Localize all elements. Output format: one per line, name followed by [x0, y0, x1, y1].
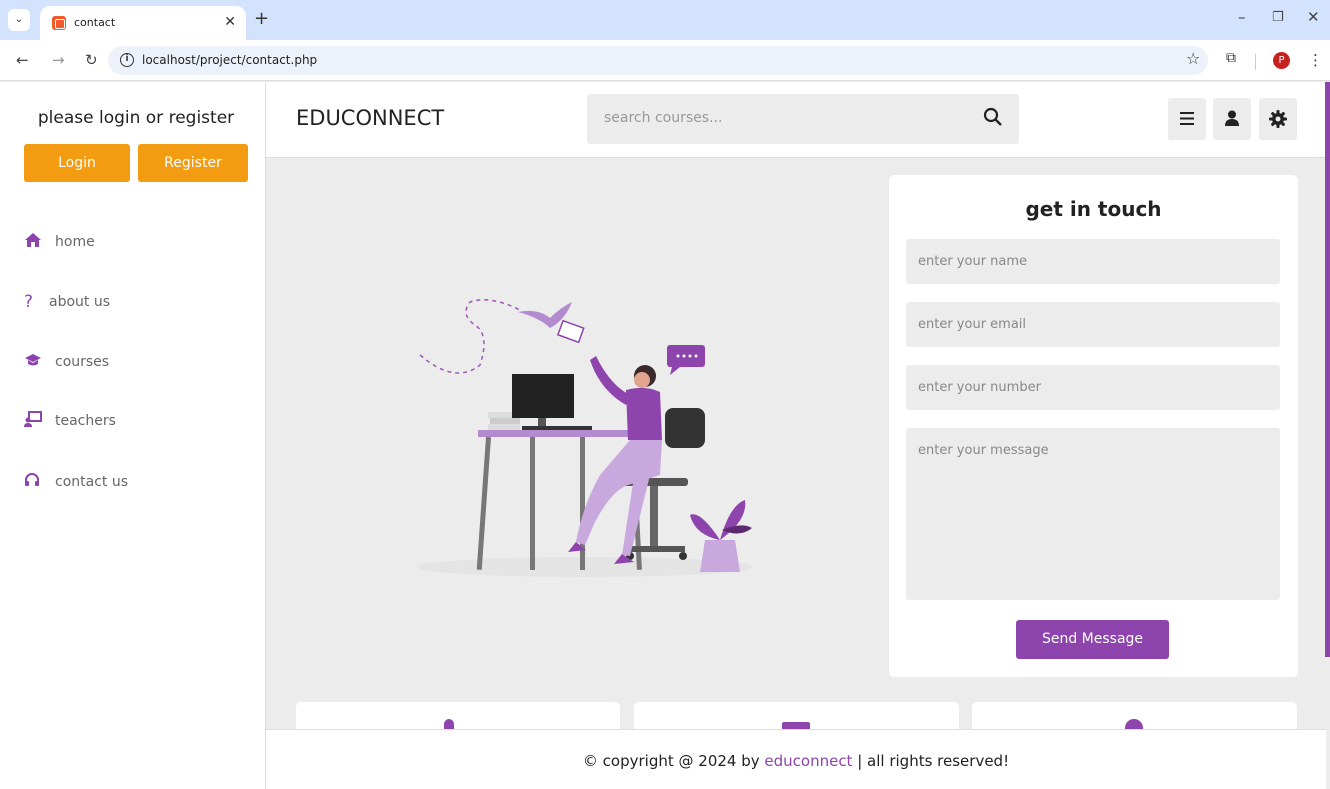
extensions-icon[interactable]: ⧉ — [1226, 50, 1236, 66]
copyright-suffix: | all rights reserved! — [852, 752, 1010, 770]
send-message-button[interactable]: Send Message — [1016, 620, 1169, 659]
email-placeholder: enter your email — [918, 317, 1027, 332]
sidebar-item-home[interactable]: home — [24, 230, 95, 254]
sidebar-item-teachers[interactable]: teachers — [24, 409, 116, 433]
name-placeholder: enter your name — [918, 254, 1028, 269]
sidebar-item-label: contact us — [55, 474, 129, 490]
home-icon — [24, 232, 44, 252]
number-placeholder: enter your number — [918, 380, 1041, 395]
browser-menu-icon[interactable]: ⋮ — [1308, 51, 1323, 69]
sidebar-item-label: courses — [55, 354, 110, 370]
login-button[interactable]: Login — [24, 144, 130, 182]
search-input[interactable]: search courses... — [587, 94, 1019, 144]
back-icon[interactable]: ← — [16, 51, 29, 69]
site-footer: © copyright @ 2024 by educonnect | all r… — [266, 729, 1326, 789]
number-field[interactable]: enter your number — [906, 365, 1280, 410]
copyright-prefix: © copyright @ 2024 by — [582, 752, 765, 770]
site-info-icon[interactable]: i — [120, 53, 134, 67]
chalkboard-teacher-icon — [24, 411, 44, 431]
profile-avatar[interactable]: P — [1273, 52, 1290, 69]
question-icon: ? — [24, 292, 34, 312]
contact-illustration — [417, 299, 753, 577]
sidebar: please login or register Login Register … — [0, 82, 266, 789]
site-header: EDUCONNECT search courses... — [266, 82, 1326, 158]
reload-icon[interactable]: ↻ — [85, 51, 98, 69]
message-textarea[interactable]: enter your message — [906, 428, 1280, 600]
email-field[interactable]: enter your email — [906, 302, 1280, 347]
hamburger-icon — [1180, 112, 1194, 125]
forward-icon[interactable]: → — [52, 51, 65, 69]
search-placeholder: search courses... — [604, 110, 723, 126]
site-logo[interactable]: EDUCONNECT — [296, 106, 444, 130]
minimize-icon[interactable]: – — [1238, 8, 1246, 26]
footer-brand-link[interactable]: educonnect — [764, 752, 852, 770]
copyright-text: © copyright @ 2024 by educonnect | all r… — [266, 752, 1326, 770]
tab-close-icon[interactable]: ✕ — [224, 14, 236, 30]
window-close-icon[interactable]: ✕ — [1307, 8, 1320, 26]
name-field[interactable]: enter your name — [906, 239, 1280, 284]
graduation-cap-icon — [24, 353, 44, 371]
settings-button[interactable] — [1259, 98, 1297, 140]
phone-icon — [444, 719, 454, 729]
browser-tab[interactable]: contact ✕ — [40, 6, 246, 40]
tab-search-chevron-icon[interactable]: ⌄ — [8, 9, 30, 31]
toolbar-divider — [1255, 54, 1256, 70]
login-prompt: please login or register — [37, 108, 235, 128]
favicon-icon — [52, 16, 66, 30]
page-scrollbar[interactable] — [1325, 82, 1330, 657]
tab-title: contact — [74, 16, 116, 29]
contact-form: get in touch enter your name enter your … — [889, 175, 1298, 677]
sidebar-item-about[interactable]: ? about us — [24, 290, 110, 314]
search-icon[interactable] — [983, 107, 1003, 127]
headset-icon — [24, 472, 44, 492]
bookmark-star-icon[interactable]: ☆ — [1186, 49, 1200, 68]
new-tab-icon[interactable]: + — [254, 8, 269, 29]
browser-tab-bar: ⌄ contact ✕ + – ❐ ✕ — [0, 0, 1330, 40]
sidebar-item-label: teachers — [55, 413, 116, 429]
restore-icon[interactable]: ❐ — [1272, 10, 1284, 25]
gear-icon — [1269, 110, 1287, 128]
url-text: localhost/project/contact.php — [142, 53, 318, 67]
message-placeholder: enter your message — [918, 443, 1049, 458]
sidebar-item-label: about us — [49, 294, 111, 310]
url-field[interactable]: i localhost/project/contact.php — [108, 46, 1208, 75]
sidebar-item-courses[interactable]: courses — [24, 350, 109, 374]
sidebar-item-contact[interactable]: contact us — [24, 470, 128, 494]
user-button[interactable] — [1213, 98, 1251, 140]
menu-button[interactable] — [1168, 98, 1206, 140]
form-heading: get in touch — [1025, 197, 1162, 221]
user-icon — [1225, 110, 1239, 126]
register-button[interactable]: Register — [138, 144, 248, 182]
address-bar: ← → ↻ i localhost/project/contact.php ☆ … — [0, 40, 1330, 81]
sidebar-item-label: home — [55, 234, 95, 250]
map-marker-icon — [1125, 719, 1143, 729]
